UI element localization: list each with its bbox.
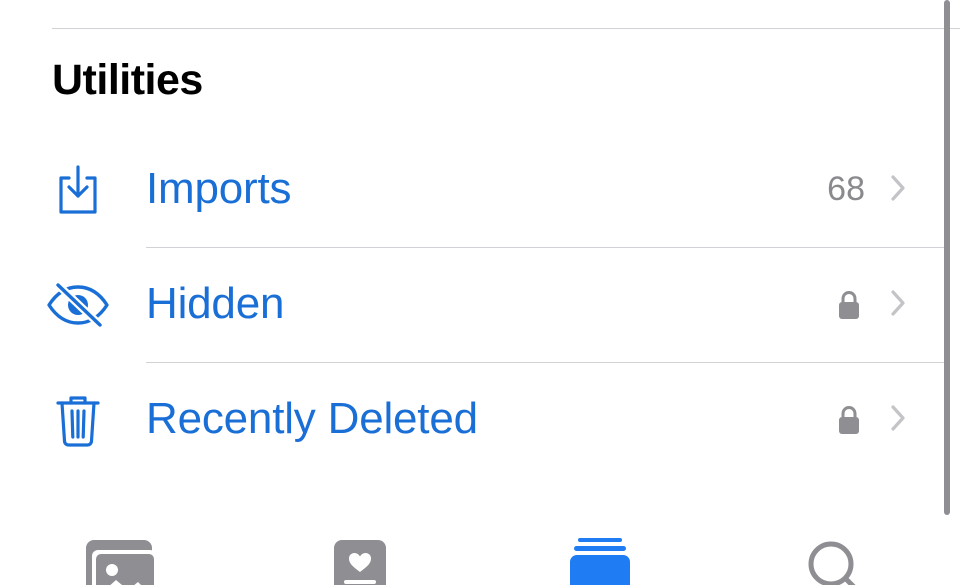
for-you-icon [334, 540, 386, 585]
search-icon [808, 541, 856, 585]
row-label: Imports [146, 164, 292, 213]
chevron-right-icon [891, 175, 905, 201]
tab-bar [0, 520, 960, 585]
tab-library[interactable] [80, 538, 160, 585]
tab-albums[interactable] [560, 538, 640, 585]
albums-icon [570, 538, 630, 585]
row-label: Recently Deleted [146, 394, 478, 443]
eye-slash-icon [44, 275, 112, 335]
top-divider [52, 28, 960, 29]
import-tray-icon [44, 160, 112, 220]
lock-icon [839, 290, 859, 319]
tab-search[interactable] [795, 538, 875, 585]
lock-icon [839, 405, 859, 434]
scrollbar[interactable] [944, 0, 950, 515]
albums-screen: Utilities Imports 68 Hidden Recently Del… [0, 0, 960, 585]
trash-icon [44, 390, 112, 450]
utility-row-hidden[interactable]: Hidden [0, 248, 945, 363]
tab-for-you[interactable] [320, 538, 400, 585]
section-title: Utilities [52, 56, 203, 104]
row-count: 68 [827, 170, 865, 208]
row-label: Hidden [146, 279, 285, 328]
chevron-right-icon [891, 290, 905, 316]
chevron-right-icon [891, 405, 905, 431]
utility-row-imports[interactable]: Imports 68 [0, 133, 945, 248]
library-photos-icon [86, 540, 156, 585]
utility-row-recently-deleted[interactable]: Recently Deleted [0, 363, 945, 478]
